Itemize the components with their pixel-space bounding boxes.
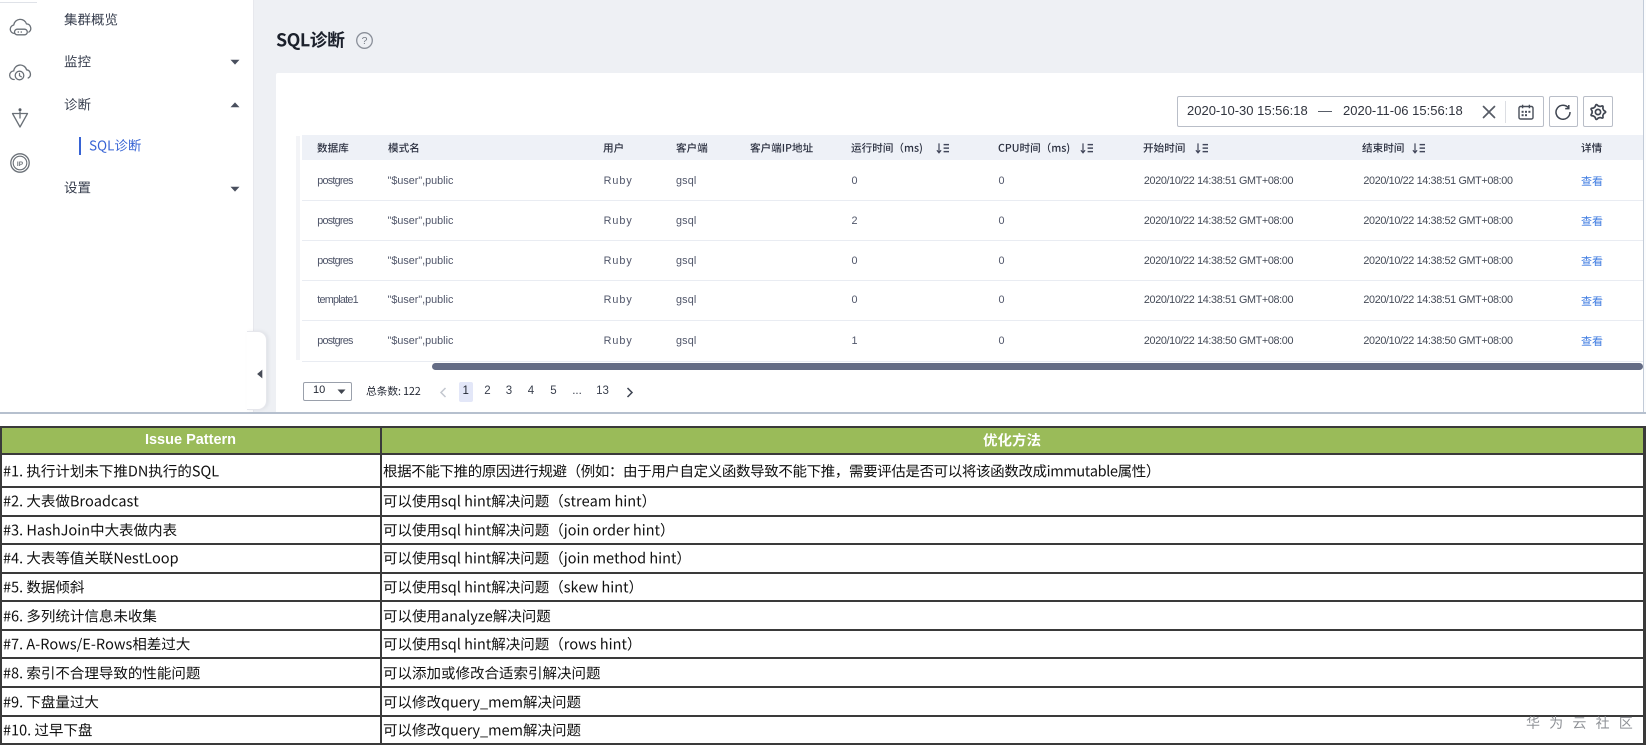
svg-text:IP: IP xyxy=(17,161,24,168)
svg-text:?: ? xyxy=(361,35,367,47)
